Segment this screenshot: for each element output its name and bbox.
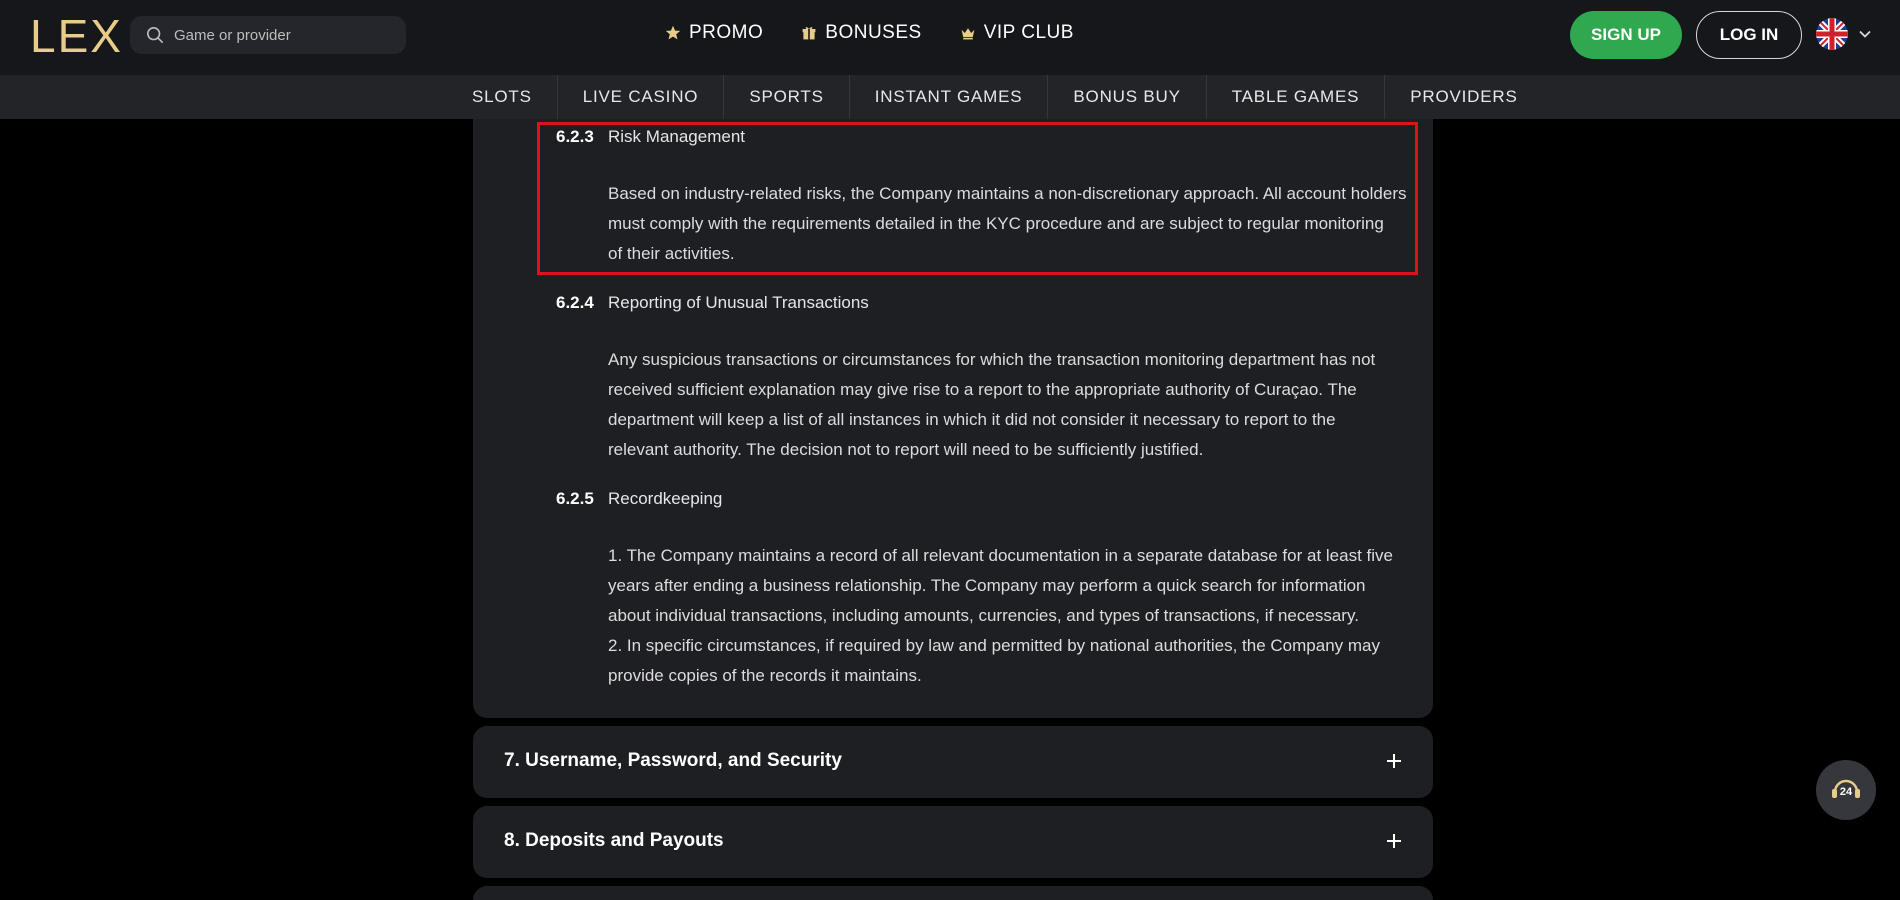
section-body: Any suspicious transactions or circumsta… xyxy=(608,345,1408,465)
section-body: 1. The Company maintains a record of all… xyxy=(608,541,1408,691)
body-line: years after ending a business relationsh… xyxy=(608,576,1366,595)
nav-promo[interactable]: PROMO xyxy=(665,22,763,44)
plus-icon[interactable] xyxy=(1385,832,1403,850)
section-number: 6.2.3 xyxy=(556,127,594,146)
tab-table-games[interactable]: TABLE GAMES xyxy=(1207,75,1386,119)
sign-up-button[interactable]: SIGN UP xyxy=(1570,11,1682,59)
body-line: relevant authority. The decision not to … xyxy=(608,440,1204,459)
nav-promo-label: PROMO xyxy=(689,22,764,43)
tab-live-casino[interactable]: LIVE CASINO xyxy=(558,75,725,119)
tab-providers[interactable]: PROVIDERS xyxy=(1385,75,1542,119)
nav-bonuses-label: BONUSES xyxy=(825,22,922,43)
section-number: 6.2.5 xyxy=(556,489,594,508)
accordion-title: 8. Deposits and Payouts xyxy=(504,830,724,851)
body-line: Based on industry-related risks, the Com… xyxy=(608,184,1407,203)
body-line: Any suspicious transactions or circumsta… xyxy=(608,350,1376,369)
section-number: 6.2.4 xyxy=(556,293,594,312)
search-box[interactable] xyxy=(130,16,406,54)
nav-vip-club-label: VIP CLUB xyxy=(983,22,1074,43)
nav-vip-club[interactable]: VIP CLUB xyxy=(960,22,1074,44)
uk-flag-icon xyxy=(1816,18,1848,50)
plus-icon[interactable] xyxy=(1385,752,1403,770)
language-selector[interactable] xyxy=(1816,18,1872,50)
tab-sports[interactable]: SPORTS xyxy=(724,75,850,119)
body-line: department will keep a list of all insta… xyxy=(608,410,1336,429)
section-title: Recordkeeping xyxy=(608,489,723,508)
section-6-2-5: 6.2.5 Recordkeeping 1. The Company maint… xyxy=(556,489,1406,689)
body-line: received sufficient explanation may give… xyxy=(608,380,1357,399)
support-chat-button[interactable]: 24 xyxy=(1816,760,1876,820)
section-body: Based on industry-related risks, the Com… xyxy=(608,179,1408,269)
chevron-down-icon xyxy=(1859,30,1871,38)
star-icon xyxy=(665,25,681,40)
accordion-title: 7. Username, Password, and Security xyxy=(504,750,842,771)
nav-bonuses[interactable]: BONUSES xyxy=(801,22,921,44)
log-in-button[interactable]: LOG IN xyxy=(1696,11,1802,59)
body-line: about individual transactions, including… xyxy=(608,606,1359,625)
lex-logo[interactable]: LEX xyxy=(30,13,123,59)
tab-instant-games[interactable]: INSTANT GAMES xyxy=(850,75,1049,119)
tab-slots[interactable]: SLOTS xyxy=(447,75,558,119)
body-line: 2. In specific circumstances, if require… xyxy=(608,636,1380,655)
body-line: provide copies of the records it maintai… xyxy=(608,666,922,685)
section-title: Risk Management xyxy=(608,127,746,146)
search-icon xyxy=(146,26,164,44)
tab-bonus-buy[interactable]: BONUS BUY xyxy=(1048,75,1207,119)
gift-icon xyxy=(802,27,816,40)
accordion-deposits-payouts[interactable]: 8. Deposits and Payouts xyxy=(473,806,1433,878)
section-title: Reporting of Unusual Transactions xyxy=(608,293,869,312)
section-6-2-3: 6.2.3 Risk Management Based on industry-… xyxy=(556,127,1406,263)
search-input[interactable] xyxy=(174,16,394,54)
support-24-icon: 24 xyxy=(1832,779,1860,798)
body-line: 1. The Company maintains a record of all… xyxy=(608,546,1393,565)
crown-icon xyxy=(961,28,975,40)
body-line: of their activities. xyxy=(608,244,735,263)
accordion-username-password-security[interactable]: 7. Username, Password, and Security xyxy=(473,726,1433,798)
section-6-2-4: 6.2.4 Reporting of Unusual Transactions … xyxy=(556,293,1406,463)
top-nav: PROMO BONUSES VIP CLUB xyxy=(665,22,1074,44)
accordion-next-partial[interactable] xyxy=(473,886,1433,900)
support-label: 24 xyxy=(1840,786,1853,798)
top-bar: LEX PROMO BONUSES VIP CLUB SIGN UP LOG I… xyxy=(0,0,1900,75)
terms-section-panel: 6.2.3 Risk Management Based on industry-… xyxy=(473,119,1433,718)
category-nav: SLOTS LIVE CASINO SPORTS INSTANT GAMES B… xyxy=(0,75,1900,119)
body-line: must comply with the requirements detail… xyxy=(608,214,1384,233)
